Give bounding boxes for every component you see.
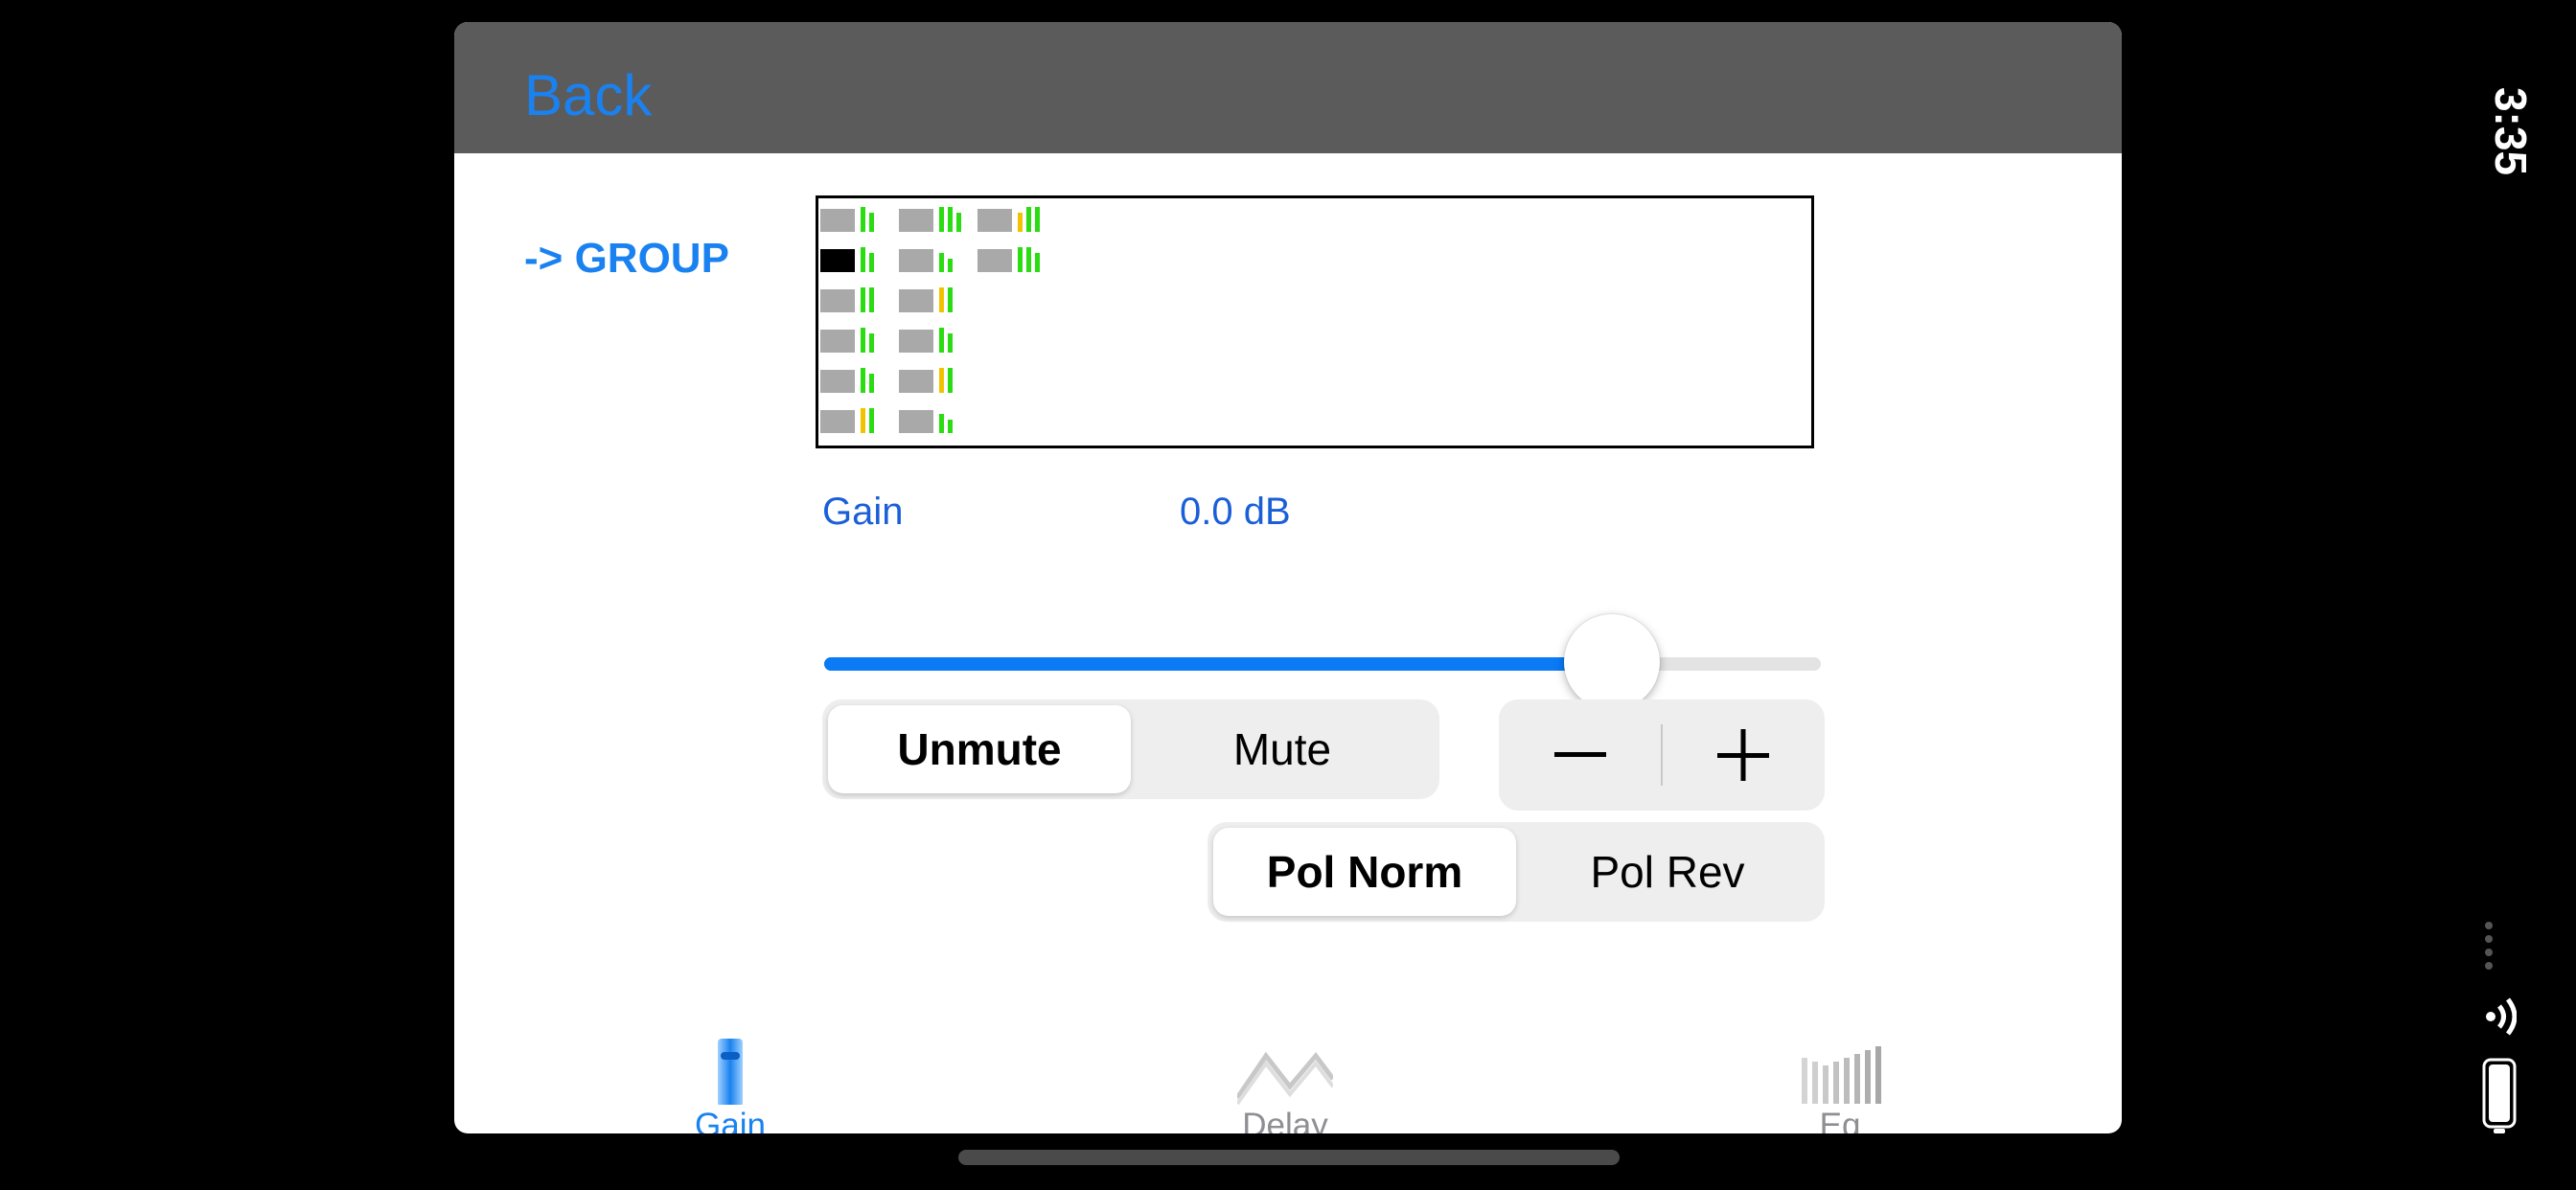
meter-bar [869, 287, 874, 312]
polarity-segmented-control: Pol Norm Pol Rev [1208, 822, 1825, 922]
meter-bar [869, 408, 874, 433]
meter-bar [1026, 247, 1031, 272]
tab-delay[interactable]: Delay [1189, 1014, 1381, 1133]
meter-channel-box [820, 249, 855, 272]
meter-bar [861, 328, 865, 353]
meter-bar [948, 287, 953, 312]
tab-delay-label: Delay [1242, 1107, 1328, 1133]
gain-slider[interactable] [824, 614, 1821, 710]
meter-channel-box [899, 370, 933, 393]
fader-icon [718, 1039, 743, 1105]
meter-bar [939, 414, 944, 433]
meter-bar [948, 420, 953, 433]
level-meter-panel [816, 195, 1814, 448]
meter-bar [948, 259, 953, 272]
meter-bar [869, 374, 874, 393]
meter-bar [939, 368, 944, 393]
tab-eq[interactable]: Eq [1744, 1014, 1936, 1133]
group-label: -> GROUP [524, 235, 729, 282]
meter-channel-box [820, 330, 855, 353]
meter-bar [948, 368, 953, 393]
meter-bar [869, 253, 874, 272]
meter-bar [1018, 247, 1023, 272]
meter-bar [948, 333, 953, 353]
slider-thumb[interactable] [1563, 614, 1660, 710]
meter-bar [861, 207, 865, 232]
unmute-button[interactable]: Unmute [828, 705, 1131, 793]
tab-eq-label: Eq [1819, 1107, 1861, 1133]
meter-bar [948, 207, 953, 232]
home-indicator [958, 1150, 1620, 1165]
pol-rev-button[interactable]: Pol Rev [1516, 828, 1819, 916]
meter-bar [939, 328, 944, 353]
tab-bar: Gain Delay Eq [454, 1014, 2122, 1133]
decrement-button[interactable] [1499, 699, 1662, 811]
eq-bars-icon [1802, 1046, 1881, 1104]
meter-channel-box [899, 249, 933, 272]
meter-bar [869, 333, 874, 353]
tab-gain[interactable]: Gain [634, 1014, 826, 1133]
meter-channel-box [978, 249, 1012, 272]
meter-channel-box [899, 289, 933, 312]
level-meters [820, 207, 1040, 433]
battery-icon [2482, 1058, 2517, 1133]
meter-bar [861, 408, 865, 433]
increment-button[interactable] [1662, 699, 1825, 811]
meter-bar [939, 207, 944, 232]
delay-wave-icon [1237, 1051, 1333, 1105]
meter-channel-box [978, 209, 1012, 232]
more-dots-icon [2485, 922, 2493, 970]
plus-icon [1717, 729, 1769, 781]
meter-bar [1035, 207, 1040, 232]
meter-channel-box [899, 410, 933, 433]
status-time: 3:35 [2486, 86, 2537, 176]
meter-channel-box [899, 330, 933, 353]
meter-bar [869, 213, 874, 232]
navigation-bar: Back [454, 22, 2122, 153]
gain-stepper [1499, 699, 1825, 811]
meter-bar [956, 213, 961, 232]
meter-channel-box [820, 370, 855, 393]
slider-fill [824, 657, 1612, 671]
meter-bar [939, 253, 944, 272]
meter-bar [861, 247, 865, 272]
minus-icon [1554, 752, 1606, 757]
meter-channel-box [820, 289, 855, 312]
tab-gain-label: Gain [695, 1107, 766, 1133]
mute-segmented-control: Unmute Mute [822, 699, 1439, 799]
gain-label: Gain [822, 491, 904, 533]
wifi-icon [2486, 997, 2517, 1036]
meter-channel-box [820, 410, 855, 433]
meter-bar [1018, 213, 1023, 232]
mute-button[interactable]: Mute [1131, 705, 1434, 793]
meter-bar [861, 287, 865, 312]
app-window: Back -> GROUP Gain 0.0 dB Unmute Mute Po… [454, 22, 2122, 1133]
pol-norm-button[interactable]: Pol Norm [1213, 828, 1516, 916]
meter-bar [1026, 207, 1031, 232]
meter-bar [1035, 253, 1040, 272]
meter-channel-box [820, 209, 855, 232]
meter-channel-box [899, 209, 933, 232]
meter-bar [861, 368, 865, 393]
back-button[interactable]: Back [524, 62, 652, 128]
meter-bar [939, 287, 944, 312]
gain-value: 0.0 dB [1180, 491, 1291, 533]
